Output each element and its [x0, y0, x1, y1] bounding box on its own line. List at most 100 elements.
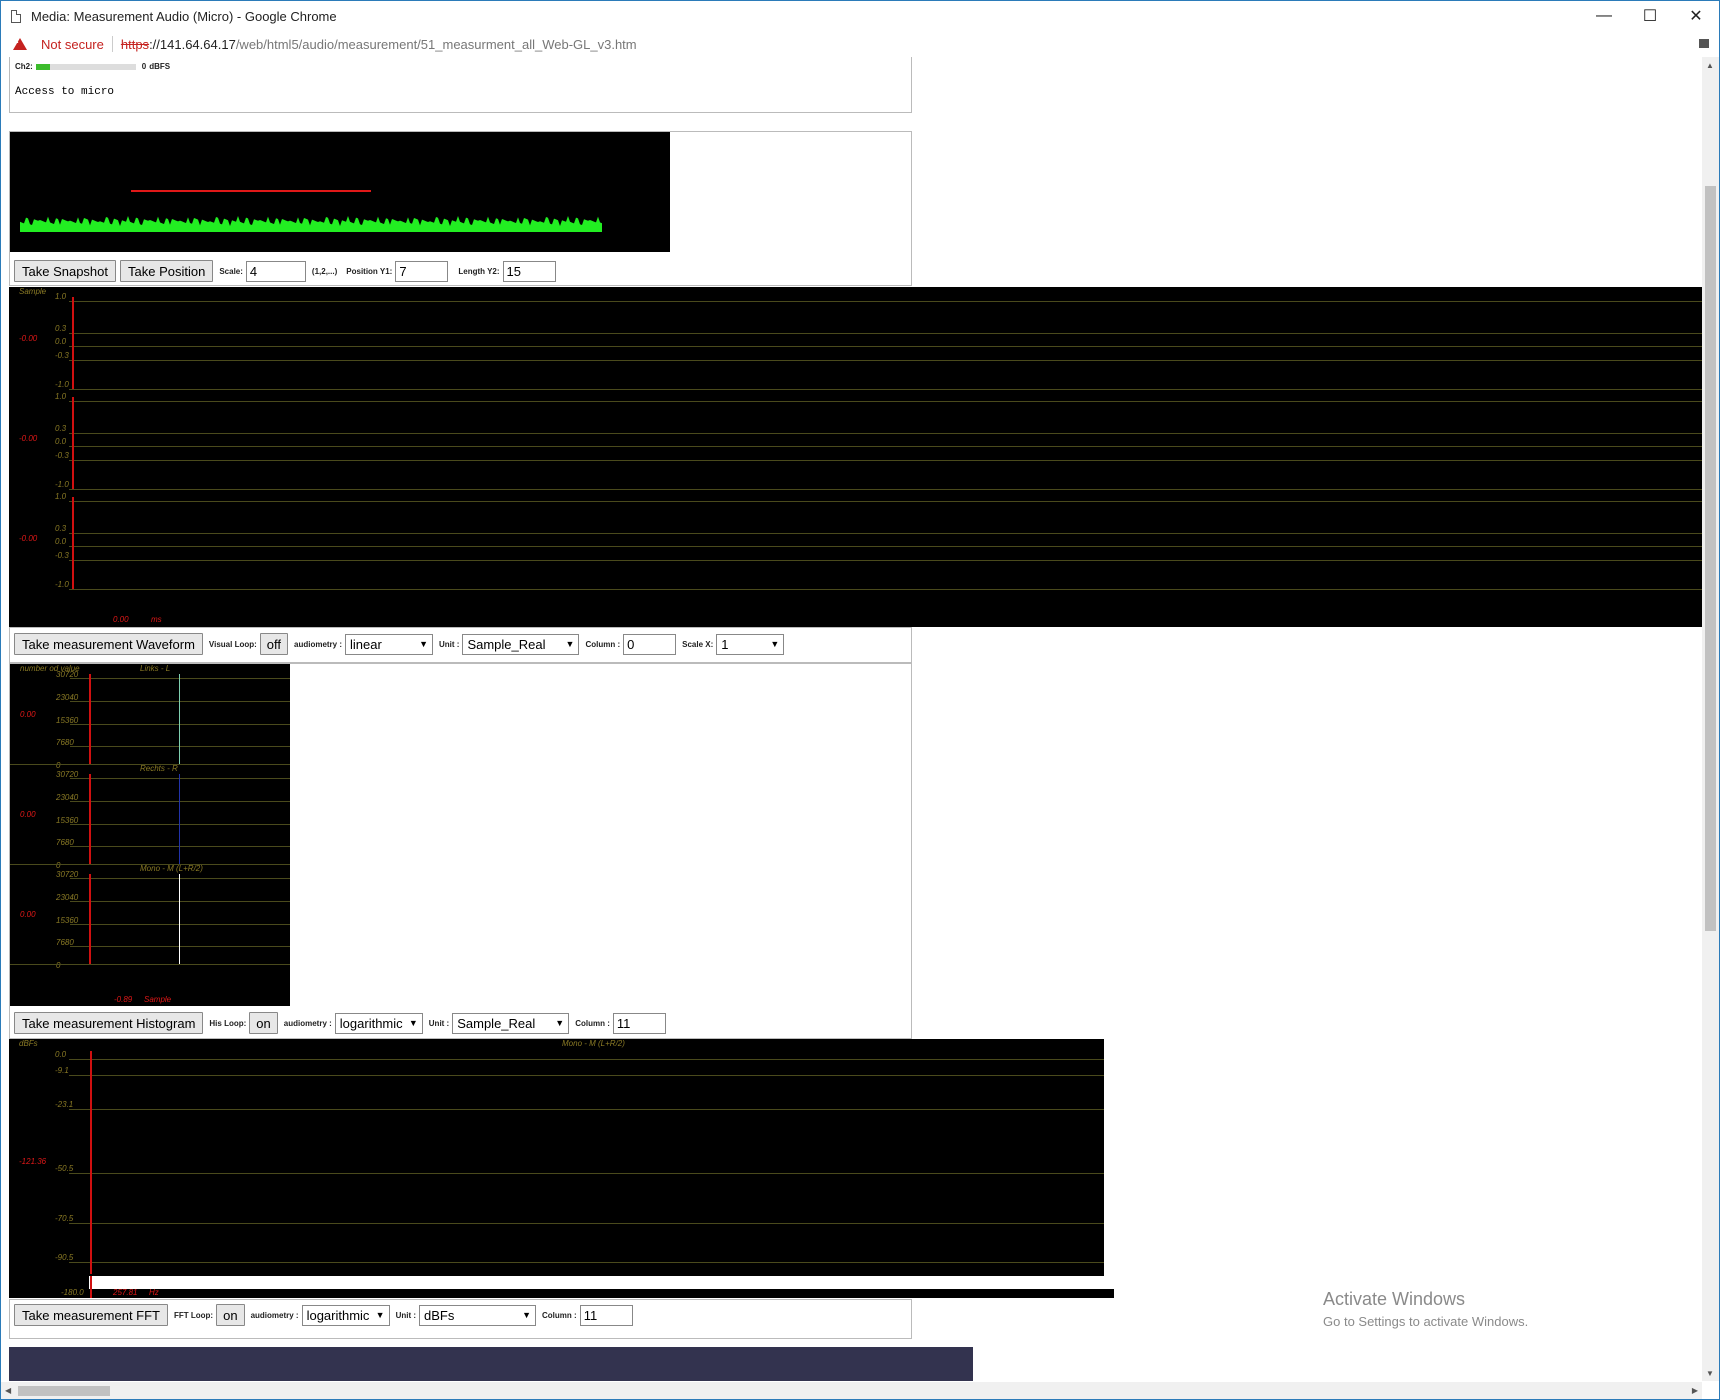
take-position-button[interactable]: Take Position	[120, 260, 214, 282]
histogram-gridline	[70, 824, 290, 825]
fft-unit-select[interactable]: dBFs ▼	[419, 1304, 537, 1326]
ch2-level-fill	[35, 63, 50, 70]
waveform-tick-label: 1.0	[55, 392, 67, 401]
waveform-channel-readout: -0.00	[19, 334, 38, 343]
fft-tick-label: -90.5	[55, 1253, 74, 1262]
fft-tick-label: -50.5	[55, 1164, 74, 1173]
take-snapshot-button[interactable]: Take Snapshot	[14, 260, 117, 282]
title-bar: Media: Measurement Audio (Micro) - Googl…	[1, 1, 1719, 31]
horizontal-scrollbar[interactable]: ◀ ▶	[1, 1382, 1702, 1399]
address-bar[interactable]: ! Not secure https://141.64.64.17/web/ht…	[1, 31, 1719, 57]
not-secure-label[interactable]: Not secure	[41, 37, 104, 52]
histogram-bar	[179, 674, 180, 764]
histogram-tick-label: 23040	[56, 693, 79, 702]
camera-icon[interactable]	[1699, 39, 1709, 48]
scale-x-select[interactable]: 1 ▼	[716, 633, 785, 655]
waveform-audiometry-select[interactable]: linear ▼	[345, 633, 434, 655]
histogram-tick-label: 7680	[56, 938, 74, 947]
window-controls: — ☐ ✕	[1581, 1, 1719, 31]
waveform-tick-label: 0.3	[55, 524, 67, 533]
histogram-gridline	[70, 778, 290, 779]
dropdown-arrow-icon: ▼	[770, 639, 780, 649]
histogram-cursor	[89, 774, 91, 864]
fft-audiometry-select[interactable]: logarithmic ▼	[301, 1304, 390, 1326]
take-fft-button[interactable]: Take measurement FFT	[14, 1304, 168, 1326]
histogram-unit-select[interactable]: Sample_Real ▼	[452, 1012, 570, 1034]
fft-tick-label: 0.0	[55, 1050, 67, 1059]
waveform-channel-readout: -0.00	[19, 434, 38, 443]
fft-y-title: dBFs	[19, 1039, 38, 1048]
level-meter-panel: Ch2: 0 dBFS Access to micro	[9, 57, 912, 113]
waveform-gridline	[69, 546, 1703, 547]
scroll-left-icon[interactable]: ◀	[5, 1386, 11, 1395]
dropdown-arrow-icon: ▼	[565, 639, 575, 649]
histogram-audiometry-value: logarithmic	[339, 1015, 403, 1031]
fft-controls-panel: Take measurement FFT FFT Loop: on audiom…	[9, 1299, 912, 1339]
fft-column-input[interactable]: 11	[579, 1304, 633, 1326]
fft-x-readout: 257.81	[113, 1288, 138, 1297]
scroll-up-icon[interactable]: ▲	[1706, 61, 1714, 70]
his-loop-toggle[interactable]: on	[249, 1012, 278, 1034]
waveform-gridline	[69, 446, 1703, 447]
fft-canvas: dBFs Mono - M (L+R/2) 0.0 -9.1 -23.1 -50.5-…	[9, 1039, 1104, 1276]
horizontal-scroll-thumb[interactable]	[18, 1386, 110, 1396]
fft-loop-toggle[interactable]: on	[216, 1304, 245, 1326]
dropdown-arrow-icon: ▼	[419, 639, 429, 649]
vertical-scrollbar[interactable]: ▲ ▼	[1702, 57, 1719, 1381]
his-loop-label: His Loop:	[209, 1018, 247, 1028]
waveform-controls: Take measurement Waveform Visual Loop: o…	[14, 633, 785, 655]
histogram-x-unit: Sample	[144, 995, 172, 1004]
length-y2-input[interactable]: 15	[502, 260, 556, 282]
fft-readout: -121.36	[19, 1157, 47, 1166]
histogram-tick-label: 23040	[56, 793, 79, 802]
waveform-column-input[interactable]: 0	[623, 633, 677, 655]
waveform-title: Sample	[19, 287, 47, 296]
waveform-gridline	[69, 301, 1703, 302]
warning-icon-mark: !	[16, 35, 19, 45]
vertical-scroll-thumb[interactable]	[1705, 186, 1716, 931]
scroll-right-icon[interactable]: ▶	[1692, 1386, 1698, 1395]
maximize-button[interactable]: ☐	[1627, 1, 1673, 31]
waveform-gridline	[69, 560, 1703, 561]
ch2-unit: dBFS	[149, 62, 171, 71]
histogram-tick-label: 0	[56, 761, 61, 770]
take-waveform-button[interactable]: Take measurement Waveform	[14, 633, 203, 655]
url[interactable]: https://141.64.64.17/web/html5/audio/mea…	[121, 37, 637, 52]
waveform-audiometry-label: audiometry :	[294, 639, 343, 649]
url-path: /web/html5/audio/measurement/51_measurme…	[235, 36, 637, 52]
scale-label: Scale:	[219, 266, 243, 276]
waveform-tick-label: 0.0	[55, 337, 67, 346]
fft-x-axis-strip: -180.0 257.81 Hz	[9, 1276, 1114, 1298]
length-y2-label: Length Y2:	[458, 266, 500, 276]
histogram-bar	[179, 874, 180, 964]
waveform-unit-select[interactable]: Sample_Real ▼	[462, 633, 580, 655]
fft-cursor-tail	[90, 1276, 92, 1298]
histogram-column-input[interactable]: 11	[612, 1012, 666, 1034]
waveform-cursor	[72, 297, 74, 389]
histogram-column-label: Column :	[575, 1018, 610, 1028]
histogram-tick-label: 15360	[56, 816, 79, 825]
waveform-canvas: Sample 1.0 0.3 0.0 -0.3 -1.0 -0.00 1.0 0.3 0.0 -0…	[9, 287, 1703, 627]
waveform-tick-label: -0.3	[55, 451, 69, 460]
histogram-audiometry-select[interactable]: logarithmic ▼	[334, 1012, 423, 1034]
spectrum-snapshot-canvas	[10, 132, 670, 252]
scale-input[interactable]: 4	[245, 260, 306, 282]
watermark-line1: Activate Windows	[1323, 1289, 1466, 1309]
histogram-tick-label: 30720	[56, 670, 79, 679]
histogram-cursor	[89, 874, 91, 964]
waveform-tick-label: 0.3	[55, 324, 67, 333]
fft-controls: Take measurement FFT FFT Loop: on audiom…	[14, 1304, 633, 1326]
take-histogram-button[interactable]: Take measurement Histogram	[14, 1012, 204, 1034]
waveform-tick-label: 1.0	[55, 292, 67, 301]
status-text: Access to micro	[15, 86, 115, 98]
visual-loop-toggle[interactable]: off	[259, 633, 288, 655]
fft-gridline	[69, 1223, 1104, 1224]
ch2-value: 0	[141, 62, 147, 71]
position-y1-label: Position Y1:	[346, 266, 393, 276]
close-button[interactable]: ✕	[1673, 1, 1719, 31]
position-y1-input[interactable]: 7	[395, 260, 449, 282]
histogram-tick-label: 7680	[56, 738, 74, 747]
minimize-button[interactable]: —	[1581, 1, 1627, 31]
scroll-down-icon[interactable]: ▼	[1706, 1369, 1714, 1378]
histogram-tick-label: 15360	[56, 716, 79, 725]
